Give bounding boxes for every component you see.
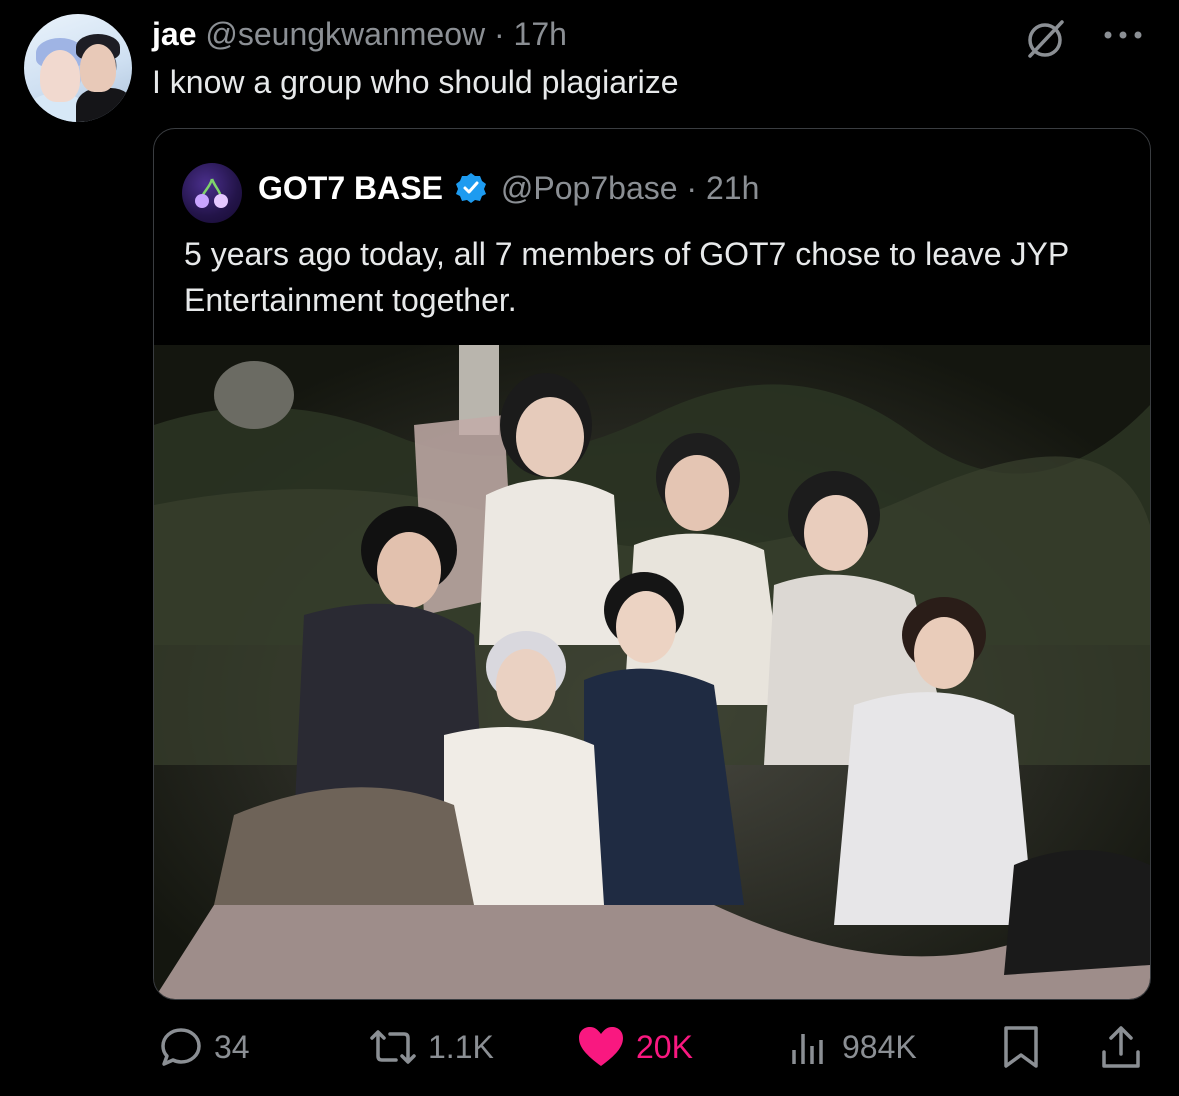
- share-button[interactable]: [1098, 1024, 1144, 1070]
- like-button[interactable]: 20K: [576, 1024, 693, 1070]
- bookmark-icon: [1004, 1026, 1038, 1068]
- author-avatar[interactable]: [24, 14, 132, 122]
- reply-icon: [161, 1028, 201, 1066]
- like-count: 20K: [636, 1028, 693, 1065]
- separator: ·: [686, 170, 698, 206]
- like-icon: [579, 1027, 623, 1066]
- post-header: jae @seungkwanmeow · 17h: [152, 14, 567, 54]
- post-time[interactable]: 17h: [514, 16, 567, 52]
- separator: ·: [494, 16, 505, 52]
- quoted-time: 21h: [705, 170, 760, 206]
- quoted-author-name[interactable]: GOT7 BASE: [258, 170, 443, 206]
- bookmark-button[interactable]: [998, 1024, 1044, 1070]
- quoted-avatar[interactable]: [182, 163, 242, 223]
- cherry-icon: [195, 178, 228, 208]
- reply-count: 34: [214, 1028, 250, 1065]
- author-handle[interactable]: @seungkwanmeow: [205, 16, 485, 52]
- more-icon[interactable]: [1098, 20, 1148, 50]
- repost-icon: [370, 1030, 416, 1064]
- action-bar: 34 1.1K 20K 984K: [0, 1010, 1179, 1080]
- author-name[interactable]: jae: [152, 16, 196, 52]
- post-text: I know a group who should plagiarize: [152, 64, 679, 100]
- quoted-text: 5 years ago today, all 7 members of GOT7…: [184, 236, 1069, 318]
- view-count: 984K: [842, 1028, 917, 1065]
- grok-icon[interactable]: [1022, 16, 1068, 62]
- quoted-post[interactable]: GOT7 BASE @Pop7base · 21h 5 years ago to…: [153, 128, 1151, 1000]
- repost-button[interactable]: 1.1K: [368, 1024, 494, 1070]
- quoted-header: GOT7 BASE @Pop7base · 21h: [258, 167, 759, 209]
- verified-badge-icon: [455, 173, 486, 203]
- share-icon: [1102, 1026, 1140, 1068]
- repost-count: 1.1K: [428, 1028, 494, 1065]
- photo-illustration: [154, 345, 1150, 999]
- group-photo[interactable]: [154, 345, 1150, 999]
- views-icon: [792, 1034, 823, 1064]
- reply-button[interactable]: 34: [158, 1024, 250, 1070]
- quoted-author-handle[interactable]: @Pop7base: [501, 170, 678, 206]
- views-button[interactable]: 984K: [786, 1024, 917, 1070]
